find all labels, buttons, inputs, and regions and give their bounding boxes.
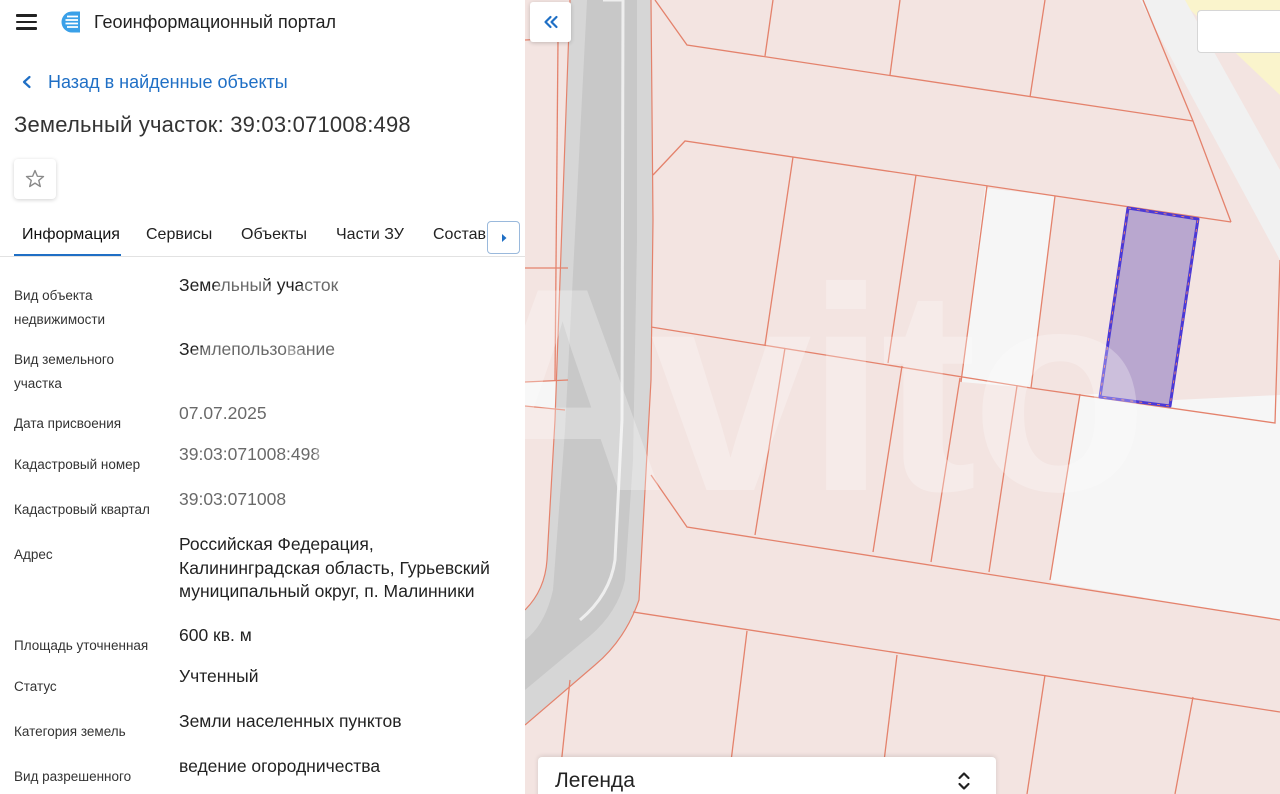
info-label: Площадь уточненная [14,638,149,653]
back-link-label: Назад в найденные объекты [48,71,288,92]
info-label: Вид разрешенного [14,769,132,784]
cadastral-map[interactable] [525,0,1280,794]
info-label: Статус [14,679,57,694]
collapse-panel-button[interactable] [530,2,571,42]
info-value: ведение огородничества [179,756,381,776]
double-chevron-left-icon [543,15,558,29]
legend-panel[interactable]: Легенда [538,757,996,794]
info-value: Земли населенных пунктов [179,711,402,731]
info-label: Вид земельного участка [14,352,115,391]
back-to-results-link[interactable]: Назад в найденные объекты [20,70,288,94]
hamburger-icon[interactable] [16,14,37,30]
favorite-button[interactable] [14,159,56,199]
info-value: Землепользование [179,339,335,359]
tab-parts[interactable]: Части ЗУ [336,226,404,244]
info-label: Вид объекта недвижимости [14,288,106,327]
object-info-panel: Геоинформационный портал Назад в найденн… [0,0,525,794]
portal-logo-icon [61,11,80,33]
info-label: Кадастровый квартал [14,502,150,517]
tabs-scroll-right-button[interactable] [487,221,520,254]
chevron-left-icon [22,75,31,89]
tab-objects[interactable]: Объекты [241,226,307,244]
info-value: 39:03:071008:498 [179,444,321,464]
legend-title: Легенда [555,769,635,792]
top-bar: Геоинформационный портал [0,0,525,44]
portal-title: Геоинформационный портал [94,12,336,32]
map-search-input[interactable] [1197,10,1280,53]
info-value: 600 кв. м [179,625,252,645]
info-value: Земельный участок [179,275,339,295]
tab-bar: Информация Сервисы Объекты Части ЗУ Сост… [0,216,525,257]
selected-parcel[interactable] [525,0,1280,794]
info-label: Дата присвоения [14,416,122,431]
tab-composition[interactable]: Состав [433,226,486,244]
tab-information[interactable]: Информация [22,226,120,244]
tab-services[interactable]: Сервисы [146,226,212,244]
page-title: Земельный участок: 39:03:071008:498 [14,112,411,137]
info-value: 39:03:071008 [179,489,287,509]
info-label: Адрес [14,547,53,562]
info-value: Учтенный [179,666,259,686]
active-tab-indicator [14,254,121,256]
info-value: 07.07.2025 [179,403,267,423]
triangle-right-icon [501,233,506,242]
info-value: Российская Федерация, Калининградская об… [179,534,490,601]
chevron-up-down-icon[interactable] [956,769,972,793]
info-label: Категория земель [14,724,126,739]
info-label: Кадастровый номер [14,457,141,472]
star-icon [25,169,45,188]
